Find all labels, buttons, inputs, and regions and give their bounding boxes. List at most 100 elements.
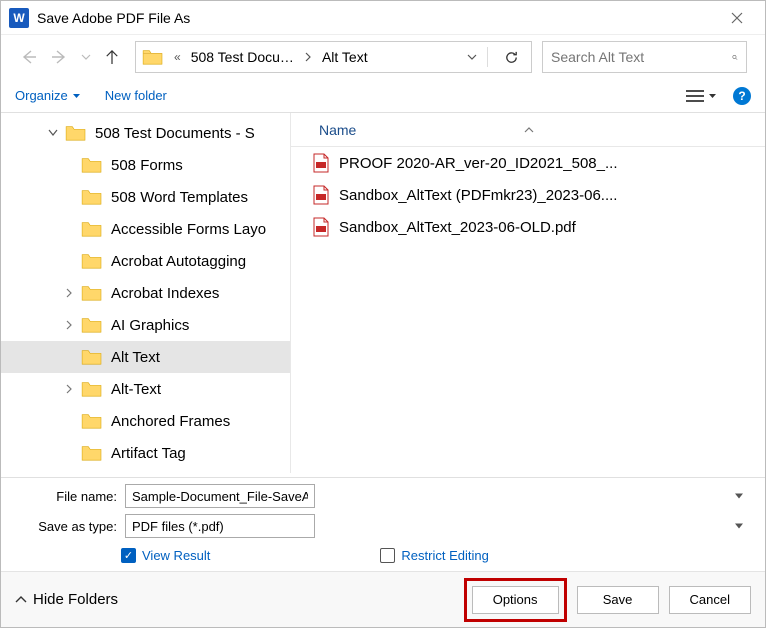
type-label: Save as type: <box>1 519 125 534</box>
nav-forward-button[interactable] <box>47 44 73 70</box>
pdf-icon <box>311 185 331 205</box>
path-dropdown-button[interactable] <box>461 54 483 60</box>
view-mode-button[interactable] <box>680 88 723 104</box>
chevron-up-icon <box>15 596 27 604</box>
pdf-icon <box>311 153 331 173</box>
column-name[interactable]: Name <box>319 122 534 138</box>
view-result-label: View Result <box>142 548 210 563</box>
chevron-right-icon <box>65 288 73 298</box>
help-button[interactable]: ? <box>733 87 751 105</box>
path-breadcrumb[interactable]: « 508 Test Docu… Alt Text <box>135 41 532 73</box>
close-button[interactable] <box>717 3 757 33</box>
folder-tree[interactable]: 508 Test Documents - S 508 Forms 508 Wor… <box>1 113 291 473</box>
toolbar: Organize New folder ? <box>1 79 765 113</box>
tree-label: Anchored Frames <box>111 413 290 430</box>
chevron-right-icon <box>65 320 73 330</box>
folder-icon <box>81 156 103 174</box>
tree-label: Alt Text <box>111 349 290 366</box>
close-icon <box>731 12 743 24</box>
expand-toggle[interactable] <box>61 381 77 397</box>
folder-icon <box>81 252 103 270</box>
tree-row[interactable]: 508 Test Documents - S <box>1 117 290 149</box>
titlebar: W Save Adobe PDF File As <box>1 1 765 35</box>
tree-row[interactable]: AI Graphics <box>1 309 290 341</box>
type-select[interactable] <box>125 514 315 538</box>
folder-icon <box>81 284 103 302</box>
sort-indicator <box>524 127 534 133</box>
tree-label: 508 Word Templates <box>111 189 290 206</box>
sort-asc-icon <box>524 127 534 133</box>
folder-icon <box>81 444 103 462</box>
folder-icon <box>81 380 103 398</box>
folder-icon <box>81 220 103 238</box>
chevron-down-icon <box>81 54 91 60</box>
filename-input[interactable] <box>125 484 315 508</box>
arrow-up-icon <box>105 50 119 64</box>
tree-label: 508 Forms <box>111 157 290 174</box>
tree-row[interactable]: Anchored Frames <box>1 405 290 437</box>
nav-up-button[interactable] <box>99 44 125 70</box>
folder-icon <box>81 348 103 366</box>
organize-menu[interactable]: Organize <box>15 88 81 103</box>
expand-toggle[interactable] <box>61 285 77 301</box>
arrow-right-icon <box>52 50 68 64</box>
tree-row[interactable]: Accessible Forms Layo <box>1 213 290 245</box>
pdf-icon <box>311 217 331 237</box>
footer: Hide Folders Options Save Cancel <box>1 571 765 627</box>
expand-toggle[interactable] <box>61 317 77 333</box>
chevron-down-icon <box>72 93 81 99</box>
restrict-editing-label: Restrict Editing <box>401 548 488 563</box>
tree-row[interactable]: Acrobat Indexes <box>1 277 290 309</box>
file-row[interactable]: Sandbox_AltText (PDFmkr23)_2023-06.... <box>291 179 765 211</box>
tree-label: Acrobat Autotagging <box>111 253 290 270</box>
tree-row-selected[interactable]: Alt Text <box>1 341 290 373</box>
search-box[interactable] <box>542 41 747 73</box>
tree-row[interactable]: Acrobat Autotagging <box>1 245 290 277</box>
file-name: Sandbox_AltText_2023-06-OLD.pdf <box>339 219 576 236</box>
nav-recent-dropdown[interactable] <box>79 44 93 70</box>
checkbox-unchecked-icon <box>380 548 395 563</box>
folder-icon <box>81 316 103 334</box>
checkbox-checked-icon: ✓ <box>121 548 136 563</box>
hide-folders-label: Hide Folders <box>33 591 118 608</box>
hide-folders-button[interactable]: Hide Folders <box>15 591 118 608</box>
view-result-checkbox[interactable]: ✓ View Result <box>121 548 210 563</box>
search-icon <box>732 50 738 65</box>
tree-label: AI Graphics <box>111 317 290 334</box>
breadcrumb-item-2[interactable]: Alt Text <box>318 47 372 67</box>
window-title: Save Adobe PDF File As <box>37 10 717 26</box>
chevron-down-icon <box>467 54 477 60</box>
folder-icon <box>142 48 164 66</box>
tree-label: Alt-Text <box>111 381 290 398</box>
arrow-left-icon <box>20 50 36 64</box>
refresh-button[interactable] <box>498 50 525 65</box>
file-row[interactable]: PROOF 2020-AR_ver-20_ID2021_508_... <box>291 147 765 179</box>
file-name: PROOF 2020-AR_ver-20_ID2021_508_... <box>339 155 618 172</box>
list-header[interactable]: Name <box>291 113 765 147</box>
breadcrumb-sep-1[interactable] <box>302 52 314 62</box>
new-folder-label: New folder <box>105 88 167 103</box>
options-button[interactable]: Options <box>472 586 559 614</box>
expand-toggle[interactable] <box>45 125 61 141</box>
tree-row[interactable]: 508 Forms <box>1 149 290 181</box>
tree-row[interactable]: 508 Word Templates <box>1 181 290 213</box>
tree-label: Artifact Tag <box>111 445 290 462</box>
file-row[interactable]: Sandbox_AltText_2023-06-OLD.pdf <box>291 211 765 243</box>
tree-row[interactable]: Alt-Text <box>1 373 290 405</box>
new-folder-button[interactable]: New folder <box>105 88 167 103</box>
restrict-editing-checkbox[interactable]: Restrict Editing <box>380 548 488 563</box>
folder-icon <box>65 124 87 142</box>
checks-row: ✓ View Result Restrict Editing <box>1 544 751 565</box>
breadcrumb-item-1[interactable]: 508 Test Docu… <box>187 47 298 67</box>
filename-label: File name: <box>1 489 125 504</box>
tree-row[interactable]: Artifact Tag <box>1 437 290 469</box>
refresh-icon <box>504 50 519 65</box>
search-input[interactable] <box>551 49 732 65</box>
folder-icon <box>81 188 103 206</box>
cancel-button[interactable]: Cancel <box>669 586 751 614</box>
file-list-pane[interactable]: Name PROOF 2020-AR_ver-20_ID2021_508_...… <box>291 113 765 473</box>
chevron-right-icon <box>304 52 312 62</box>
nav-back-button[interactable] <box>15 44 41 70</box>
type-row: Save as type: <box>1 514 751 538</box>
save-button[interactable]: Save <box>577 586 659 614</box>
